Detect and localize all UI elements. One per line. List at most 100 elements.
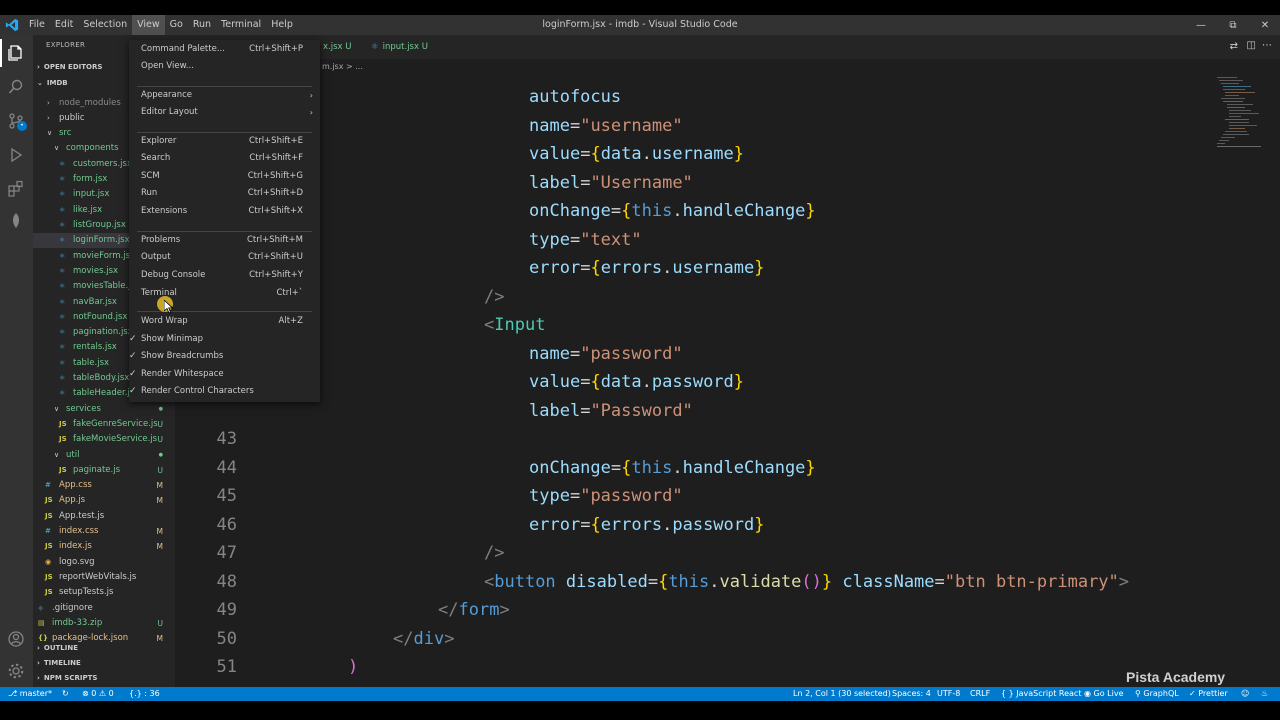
menu-item-problems[interactable]: Problems Ctrl+Shift+M — [129, 232, 320, 249]
outline-section[interactable]: › OUTLINE — [33, 641, 175, 655]
file-item[interactable]: ◉ logo.svg — [33, 555, 175, 570]
code-editor[interactable]: autofocus name="username" value={data.user… — [175, 75, 1215, 687]
open-changes-icon[interactable]: ⇄ — [1230, 41, 1238, 52]
menu-terminal[interactable]: Terminal — [216, 15, 266, 35]
tree-item-label: tableHeader.j — [73, 388, 130, 398]
menu-item-editor-layout[interactable]: Editor Layout › — [129, 104, 320, 121]
watermark: Pista Academy — [1126, 669, 1226, 685]
line-ending[interactable]: CRLF — [970, 687, 990, 701]
language-mode[interactable]: { } JavaScript React — [1001, 687, 1081, 701]
menu-selection[interactable]: Selection — [78, 15, 132, 35]
menu-item-extensions[interactable]: Extensions Ctrl+Shift+X — [129, 203, 320, 220]
menu-item-run[interactable]: Run Ctrl+Shift+D — [129, 185, 320, 202]
file-item[interactable]: JS paginate.js U — [33, 463, 175, 478]
breadcrumb[interactable]: m.jsx > ... — [175, 59, 1280, 75]
cursor-position[interactable]: Ln 2, Col 1 (30 selected) — [793, 687, 891, 701]
close-icon[interactable]: ✕ — [1249, 15, 1280, 35]
encoding[interactable]: UTF-8 — [937, 687, 960, 701]
extensions-icon[interactable] — [6, 179, 26, 199]
menu-item-show-minimap[interactable]: ✓ Show Minimap — [129, 331, 320, 348]
notifications-icon[interactable]: ♨ — [1261, 687, 1268, 701]
code-text: name="password" — [529, 343, 683, 364]
settings-gear-icon[interactable] — [6, 661, 26, 681]
menu-view[interactable]: View — [132, 15, 165, 35]
sync-icon[interactable]: ↻ — [62, 687, 69, 701]
menu-item-render-control-characters[interactable]: ✓ Render Control Characters — [129, 383, 320, 400]
top-letterbox — [0, 0, 1280, 15]
menu-edit[interactable]: Edit — [50, 15, 78, 35]
code-line: label="Username" — [175, 173, 1215, 201]
tree-item-label: navBar.jsx — [73, 297, 117, 307]
menu-item-label: Command Palette... — [141, 44, 225, 54]
run-debug-icon[interactable] — [6, 145, 26, 165]
tab-input[interactable]: ⚛ input.jsx U — [363, 35, 436, 59]
file-item[interactable]: JS reportWebVitals.js — [33, 570, 175, 585]
file-item[interactable]: ◆ .gitignore — [33, 601, 175, 616]
search-icon[interactable] — [6, 77, 26, 97]
menu-item-show-breadcrumbs[interactable]: ✓ Show Breadcrumbs — [129, 348, 320, 365]
menu-item-label: Extensions — [141, 206, 188, 216]
feedback-icon[interactable]: ☺ — [1241, 687, 1249, 701]
menu-item-render-whitespace[interactable]: ✓ Render Whitespace — [129, 366, 320, 383]
code-text: error={errors.password} — [529, 514, 765, 535]
file-item[interactable]: ▤ imdb-33.zip U — [33, 616, 175, 631]
more-actions-icon[interactable]: ⋯ — [1262, 40, 1272, 51]
tree-item-label: index.js — [59, 541, 92, 551]
chevron-down-icon: ∨ — [47, 129, 53, 137]
timeline-section[interactable]: › TIMELINE — [33, 656, 175, 670]
react-icon: ⚛ — [59, 313, 66, 321]
menu-item-word-wrap[interactable]: Word Wrap Alt+Z — [129, 313, 320, 330]
source-control-icon[interactable]: • — [6, 111, 27, 131]
menu-item-appearance[interactable]: Appearance › — [129, 87, 320, 104]
chevron-down-icon: ∨ — [54, 451, 60, 459]
menu-item-open-view[interactable]: Open View... — [129, 58, 320, 75]
tree-item-label: moviesTable.j — [73, 281, 131, 291]
split-editor-icon[interactable]: ◫ — [1247, 40, 1256, 51]
mongodb-leaf-icon[interactable] — [6, 211, 26, 231]
account-icon[interactable] — [6, 629, 26, 649]
explorer-header: EXPLORER — [46, 41, 86, 49]
menu-item-scm[interactable]: SCM Ctrl+Shift+G — [129, 168, 320, 185]
graphql-status[interactable]: ⚲ GraphQL — [1135, 687, 1179, 701]
tab-form[interactable]: x.jsx U — [315, 35, 359, 59]
file-item[interactable]: JS fakeMovieService.js U — [33, 432, 175, 447]
menu-item-label: Show Breadcrumbs — [141, 351, 224, 361]
minimize-icon[interactable]: — — [1185, 15, 1217, 35]
vertical-scrollbar[interactable] — [1270, 75, 1280, 687]
explorer-icon[interactable] — [0, 39, 26, 67]
file-item[interactable]: JS setupTests.js — [33, 585, 175, 600]
restore-icon[interactable]: ⧉ — [1217, 15, 1249, 35]
prettier-status[interactable]: ✓ Prettier — [1189, 687, 1228, 701]
menu-item-output[interactable]: Output Ctrl+Shift+U — [129, 249, 320, 266]
title-bar: File Edit Selection View Go Run Terminal… — [0, 15, 1280, 35]
file-item[interactable]: JS App.js M — [33, 493, 175, 508]
folder-item[interactable]: ∨ util ● — [33, 448, 175, 463]
file-item[interactable]: JS index.js M — [33, 539, 175, 554]
code-text: </div> — [393, 628, 455, 649]
go-live-button[interactable]: ◉ Go Live — [1084, 687, 1124, 701]
menu-item-label: Run — [141, 188, 158, 198]
menu-go[interactable]: Go — [165, 15, 188, 35]
npm-scripts-section[interactable]: › NPM SCRIPTS — [33, 671, 175, 685]
menu-separator — [137, 132, 312, 133]
menu-item-debug-console[interactable]: Debug Console Ctrl+Shift+Y — [129, 267, 320, 284]
bracket-indicator[interactable]: {.} : 36 — [129, 687, 160, 701]
file-item[interactable]: # index.css M — [33, 524, 175, 539]
menu-item-label: Explorer — [141, 136, 177, 146]
folder-item[interactable]: ∨ services ● — [33, 402, 175, 417]
menu-file[interactable]: File — [24, 15, 50, 35]
problems-indicator[interactable]: ⊗ 0 ⚠ 0 — [82, 687, 114, 701]
branch-indicator[interactable]: ⎇ master* — [8, 687, 52, 701]
minimap[interactable] — [1215, 75, 1270, 687]
menu-item-search[interactable]: Search Ctrl+Shift+F — [129, 150, 320, 167]
menu-run[interactable]: Run — [188, 15, 216, 35]
file-item[interactable]: JS App.test.js — [33, 509, 175, 524]
code-text: type="password" — [529, 486, 683, 506]
file-item[interactable]: # App.css M — [33, 478, 175, 493]
menu-item-command-palette[interactable]: Command Palette... Ctrl+Shift+P — [129, 41, 320, 58]
menu-item-explorer[interactable]: Explorer Ctrl+Shift+E — [129, 133, 320, 150]
tree-item-label: pagination.jsx — [73, 327, 133, 337]
indentation[interactable]: Spaces: 4 — [892, 687, 931, 701]
file-item[interactable]: JS fakeGenreService.js U — [33, 417, 175, 432]
menu-help[interactable]: Help — [266, 15, 298, 35]
